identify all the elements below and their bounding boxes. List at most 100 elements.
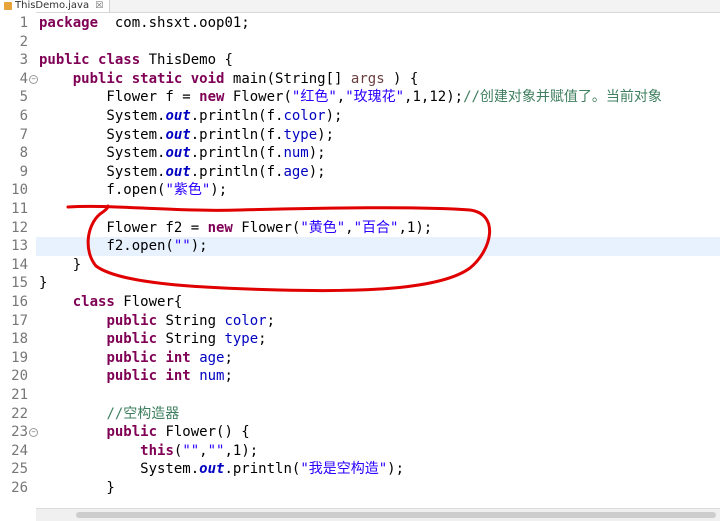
line-number: 15 [11, 275, 28, 292]
scrollbar-thumb[interactable] [76, 512, 716, 518]
keyword-token: static [131, 70, 183, 87]
java-file-icon [4, 2, 12, 10]
line-number: 6 [19, 108, 28, 124]
line-number: 19 [11, 349, 28, 366]
code-line[interactable]: class Flower{ [39, 293, 183, 312]
field-token: type [283, 126, 318, 143]
keyword-token: this [140, 442, 174, 459]
field-token: age [199, 349, 225, 366]
line-number: 23 [11, 424, 28, 441]
line-number: 7 [19, 126, 28, 143]
line-number: 5 [19, 89, 28, 106]
line-number: 13 [11, 238, 28, 255]
code-token: .println(f. [190, 145, 284, 162]
code-token: System. [39, 108, 166, 124]
string-token: "红色" [291, 89, 337, 106]
fold-collapse-icon[interactable]: − [29, 428, 38, 438]
code-line[interactable]: f.open("紫色"); [39, 181, 227, 200]
code-token: } [39, 275, 48, 292]
keyword-token: public [106, 312, 158, 329]
code-token: .println(f. [190, 126, 284, 143]
keyword-token: public [106, 349, 158, 366]
code-line[interactable]: } [39, 274, 47, 293]
code-line[interactable]: } [39, 479, 114, 498]
code-line[interactable]: //空构造器 [39, 405, 179, 424]
code-line[interactable]: public String type; [39, 330, 266, 349]
code-token: .println(f. [190, 108, 284, 124]
code-line[interactable]: package com.shsxt.oop01; [39, 14, 250, 33]
code-token: ); [325, 108, 343, 124]
horizontal-scrollbar[interactable] [36, 508, 720, 521]
string-token: "黄色" [300, 219, 346, 236]
code-line[interactable]: System.out.println(f.type); [39, 126, 334, 145]
code-editor[interactable]: 1 2 3 4−5 6 7 8 9 10 11 12 13 14 15 16 17 18 19 20 21 22 23−2… [0, 12, 720, 508]
line-number: 1 [19, 15, 28, 31]
string-token: "紫色" [165, 182, 211, 199]
code-line[interactable]: f2.open(""); [39, 237, 207, 256]
code-token: .println( [224, 461, 301, 478]
code-token: f2.open( [39, 238, 174, 255]
field-token: color [224, 312, 267, 329]
field-token: out [199, 461, 225, 478]
fold-collapse-icon[interactable]: − [29, 74, 38, 84]
code-token: f.open( [39, 182, 166, 199]
code-line[interactable]: System.out.println(f.age); [39, 163, 325, 182]
code-line[interactable]: public String color; [39, 312, 275, 331]
code-line[interactable]: public int num; [39, 367, 232, 386]
tab-thisdemo-java[interactable]: ThisDemo.java ☒ [0, 0, 111, 12]
code-line[interactable]: public Flower() { [39, 423, 249, 442]
keyword-token: public [106, 331, 158, 348]
code-token: Flower f2 = [39, 219, 208, 236]
line-number-gutter: 1 2 3 4−5 6 7 8 9 10 11 12 13 14 15 16 17 18 19 20 21 22 23−2… [0, 12, 38, 508]
keyword-token: class [98, 52, 141, 69]
line-number: 25 [11, 461, 28, 478]
code-line[interactable]: System.out.println(f.color); [39, 107, 342, 126]
code-line[interactable]: } [39, 256, 81, 275]
comment-token: //空构造器 [106, 405, 180, 422]
code-line[interactable]: public static void main(String[] args ) … [39, 70, 419, 89]
field-token: out [165, 145, 191, 162]
code-token: String [157, 331, 225, 348]
code-line[interactable]: Flower f = new Flower("红色","玫瑰花",1,12);/… [39, 88, 662, 107]
keyword-token: public [106, 424, 158, 441]
keyword-token: public [106, 368, 158, 385]
tab-title: ThisDemo.java [15, 0, 90, 11]
line-number: 26 [11, 480, 28, 496]
line-number: 20 [11, 368, 28, 385]
code-token: Flower( [224, 89, 292, 106]
code-line[interactable]: Flower f2 = new Flower("黄色","百合",1); [39, 219, 432, 238]
keyword-token: new [199, 89, 225, 106]
line-number: 24 [11, 442, 28, 459]
code-token: , [336, 89, 346, 106]
code-token: , [345, 219, 354, 236]
keyword-token: new [207, 219, 233, 236]
code-token: ); [387, 461, 405, 478]
code-line[interactable]: System.out.println("我是空构造"); [39, 460, 404, 479]
line-number: 11 [11, 201, 28, 217]
line-number: 9 [19, 163, 28, 180]
line-number: 21 [11, 387, 28, 403]
close-icon[interactable]: ☒ [95, 0, 103, 12]
code-line[interactable]: this("","",1); [39, 442, 258, 461]
line-number: 12 [11, 219, 28, 236]
code-token: ); [210, 182, 228, 199]
string-token: "百合" [353, 219, 399, 236]
code-token: ,1,12); [404, 89, 464, 106]
code-token: , [199, 442, 208, 459]
code-token: ); [308, 145, 326, 162]
code-token: com.shsxt.oop01; [98, 15, 250, 31]
code-line[interactable]: System.out.println(f.num); [39, 144, 326, 163]
code-line[interactable]: public class ThisDemo { [39, 51, 233, 70]
code-line[interactable]: public int age; [39, 349, 232, 368]
code-token: System. [39, 461, 200, 478]
keyword-token: int [165, 349, 191, 366]
line-number: 2 [19, 33, 28, 50]
string-token: "" [207, 442, 225, 459]
